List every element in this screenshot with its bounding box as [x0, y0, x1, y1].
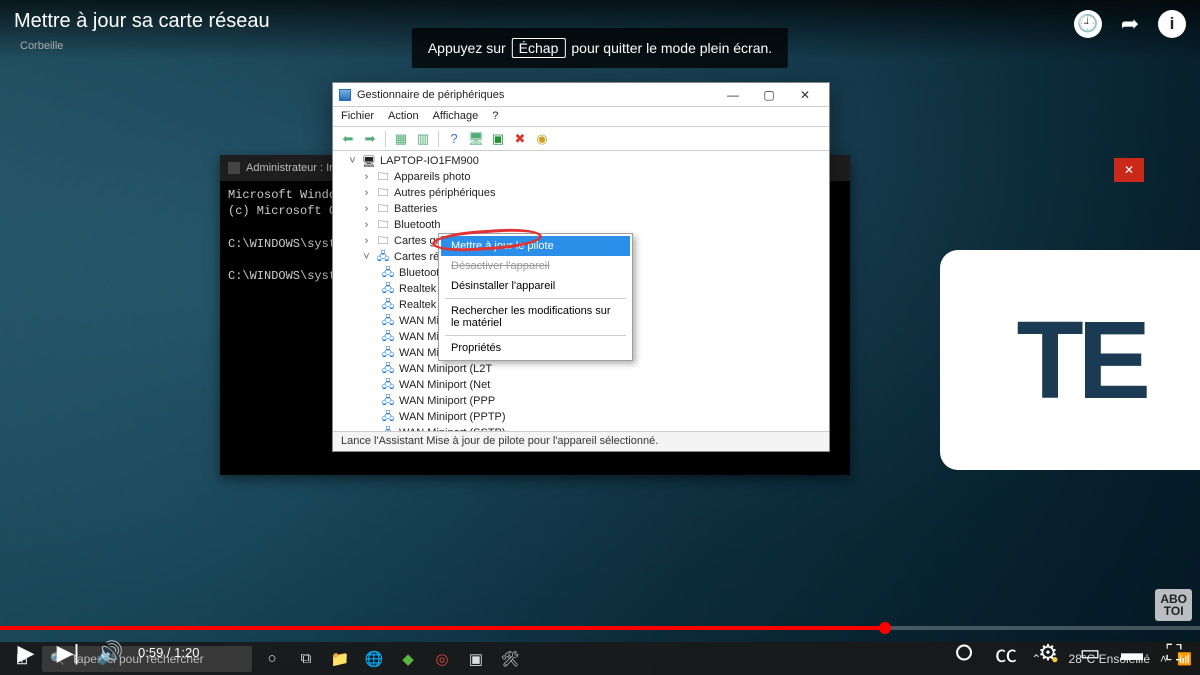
tree-device[interactable]: 🖧WAN Miniport (PPP: [347, 393, 821, 409]
info-icon[interactable]: i: [1158, 10, 1186, 38]
captions-button[interactable]: ㏄: [992, 637, 1020, 669]
tree-device[interactable]: 🖧WAN Miniport (Net: [347, 377, 821, 393]
monitor-icon[interactable]: ▣: [489, 130, 507, 148]
ctx-scan-hardware[interactable]: Rechercher les modifications sur le maté…: [441, 301, 630, 333]
theater-button[interactable]: ▬: [1118, 640, 1146, 666]
video-time: 0:59 / 1:20: [138, 645, 199, 660]
tree-device[interactable]: 🖧WAN Miniport (L2T: [347, 361, 821, 377]
tree-category[interactable]: ›🗀Batteries: [347, 201, 821, 217]
remove-icon[interactable]: ✖: [511, 130, 529, 148]
play-button[interactable]: ▶: [12, 640, 40, 666]
menu-help[interactable]: ?: [492, 110, 498, 123]
device-manager-icon: [339, 89, 351, 101]
back-icon[interactable]: ⬅: [339, 130, 357, 148]
background-card-text: TE: [1016, 297, 1145, 424]
tree-category[interactable]: ›🗀Autres périphériques: [347, 185, 821, 201]
device-manager-titlebar[interactable]: Gestionnaire de périphériques — ▢ ✕: [333, 83, 829, 107]
device-manager-title: Gestionnaire de périphériques: [357, 89, 504, 101]
video-frame: TE Administrateur : Invite Microsoft Win…: [0, 0, 1200, 675]
context-menu: Mettre à jour le pilote Désactiver l'app…: [438, 233, 633, 361]
help-icon[interactable]: ?: [445, 130, 463, 148]
terminal-icon: [228, 162, 240, 174]
minimize-button[interactable]: —: [715, 84, 751, 106]
menu-file[interactable]: Fichier: [341, 110, 374, 123]
escape-key: Échap: [512, 38, 566, 58]
menu-action[interactable]: Action: [388, 110, 419, 123]
fullscreen-hint: Appuyez sur Échap pour quitter le mode p…: [412, 28, 788, 68]
ctx-disable-device[interactable]: Désactiver l'appareil: [441, 256, 630, 276]
tree-device[interactable]: 🖧WAN Miniport (PPTP): [347, 409, 821, 425]
device-manager-statusbar: Lance l'Assistant Mise à jour de pilote …: [333, 431, 829, 451]
tree-root[interactable]: ˅🖥 LAPTOP-IO1FM900: [347, 153, 821, 169]
scan-devices-icon[interactable]: 🖥: [467, 130, 485, 148]
settings-button[interactable]: ⚙: [1034, 640, 1062, 666]
fullscreen-button[interactable]: ⛶: [1160, 640, 1188, 666]
background-card: TE: [940, 250, 1200, 470]
enable-icon[interactable]: ◉: [533, 130, 551, 148]
ctx-uninstall-device[interactable]: Désinstaller l'appareil: [441, 276, 630, 296]
command-prompt-close-button[interactable]: ✕: [1114, 158, 1144, 182]
watch-later-icon[interactable]: 🕘: [1074, 10, 1102, 38]
forward-icon[interactable]: ➡: [361, 130, 379, 148]
volume-button[interactable]: 🔊: [96, 640, 124, 666]
ctx-properties[interactable]: Propriétés: [441, 338, 630, 358]
tree-category[interactable]: ›🗀Appareils photo: [347, 169, 821, 185]
share-icon[interactable]: ➦: [1116, 10, 1144, 38]
autoplay-toggle[interactable]: ⭘: [950, 640, 978, 666]
maximize-button[interactable]: ▢: [751, 84, 787, 106]
ctx-separator: [445, 335, 626, 336]
video-controls: ▶ ▶| 🔊 0:59 / 1:20 ⭘ ㏄ ⚙ ▭ ▬ ⛶: [0, 630, 1200, 675]
miniplayer-button[interactable]: ▭: [1076, 640, 1104, 666]
device-manager-toolbar: ⬅ ➡ ▦ ▥ ? 🖥 ▣ ✖ ◉: [333, 127, 829, 151]
device-manager-menubar: Fichier Action Affichage ?: [333, 107, 829, 127]
next-button[interactable]: ▶|: [54, 640, 82, 666]
view2-icon[interactable]: ▥: [414, 130, 432, 148]
channel-watermark[interactable]: ABO TOI: [1155, 589, 1192, 621]
tree-category[interactable]: ›🗀Bluetooth: [347, 217, 821, 233]
menu-view[interactable]: Affichage: [433, 110, 479, 123]
view-icon[interactable]: ▦: [392, 130, 410, 148]
close-button[interactable]: ✕: [787, 84, 823, 106]
ctx-separator: [445, 298, 626, 299]
